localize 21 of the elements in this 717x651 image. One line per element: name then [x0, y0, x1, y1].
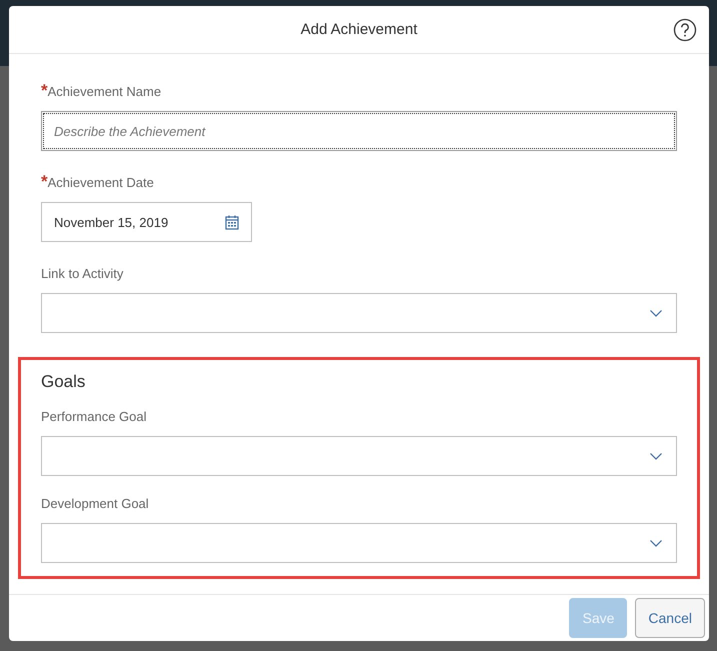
- section-title: Goals: [40, 372, 86, 392]
- input-field[interactable]: Describe the Achievement: [41, 111, 677, 151]
- field-label: Achievement Name: [48, 84, 162, 99]
- date-field[interactable]: November 15, 2019: [41, 202, 252, 242]
- field-label: Achievement Date: [48, 175, 154, 190]
- date-value: November 15, 2019: [54, 214, 168, 230]
- dropdown-field[interactable]: [41, 523, 677, 563]
- chevron-down-icon: [650, 540, 662, 546]
- calendar-icon[interactable]: [225, 214, 239, 230]
- chevron-down-icon: [650, 452, 662, 460]
- cancel-button[interactable]: Cancel: [635, 598, 705, 638]
- required-asterisk: *: [41, 84, 48, 98]
- dropdown-field[interactable]: [41, 436, 677, 476]
- help-icon[interactable]: [673, 18, 697, 42]
- field-label: Development Goal: [41, 496, 149, 511]
- required-asterisk: *: [41, 175, 48, 189]
- dropdown-field[interactable]: [41, 293, 677, 333]
- field-label: Link to Activity: [41, 266, 124, 281]
- chevron-down-icon: [650, 310, 662, 316]
- field-label: Performance Goal: [41, 409, 146, 424]
- dialog-title: Add Achievement: [300, 21, 418, 38]
